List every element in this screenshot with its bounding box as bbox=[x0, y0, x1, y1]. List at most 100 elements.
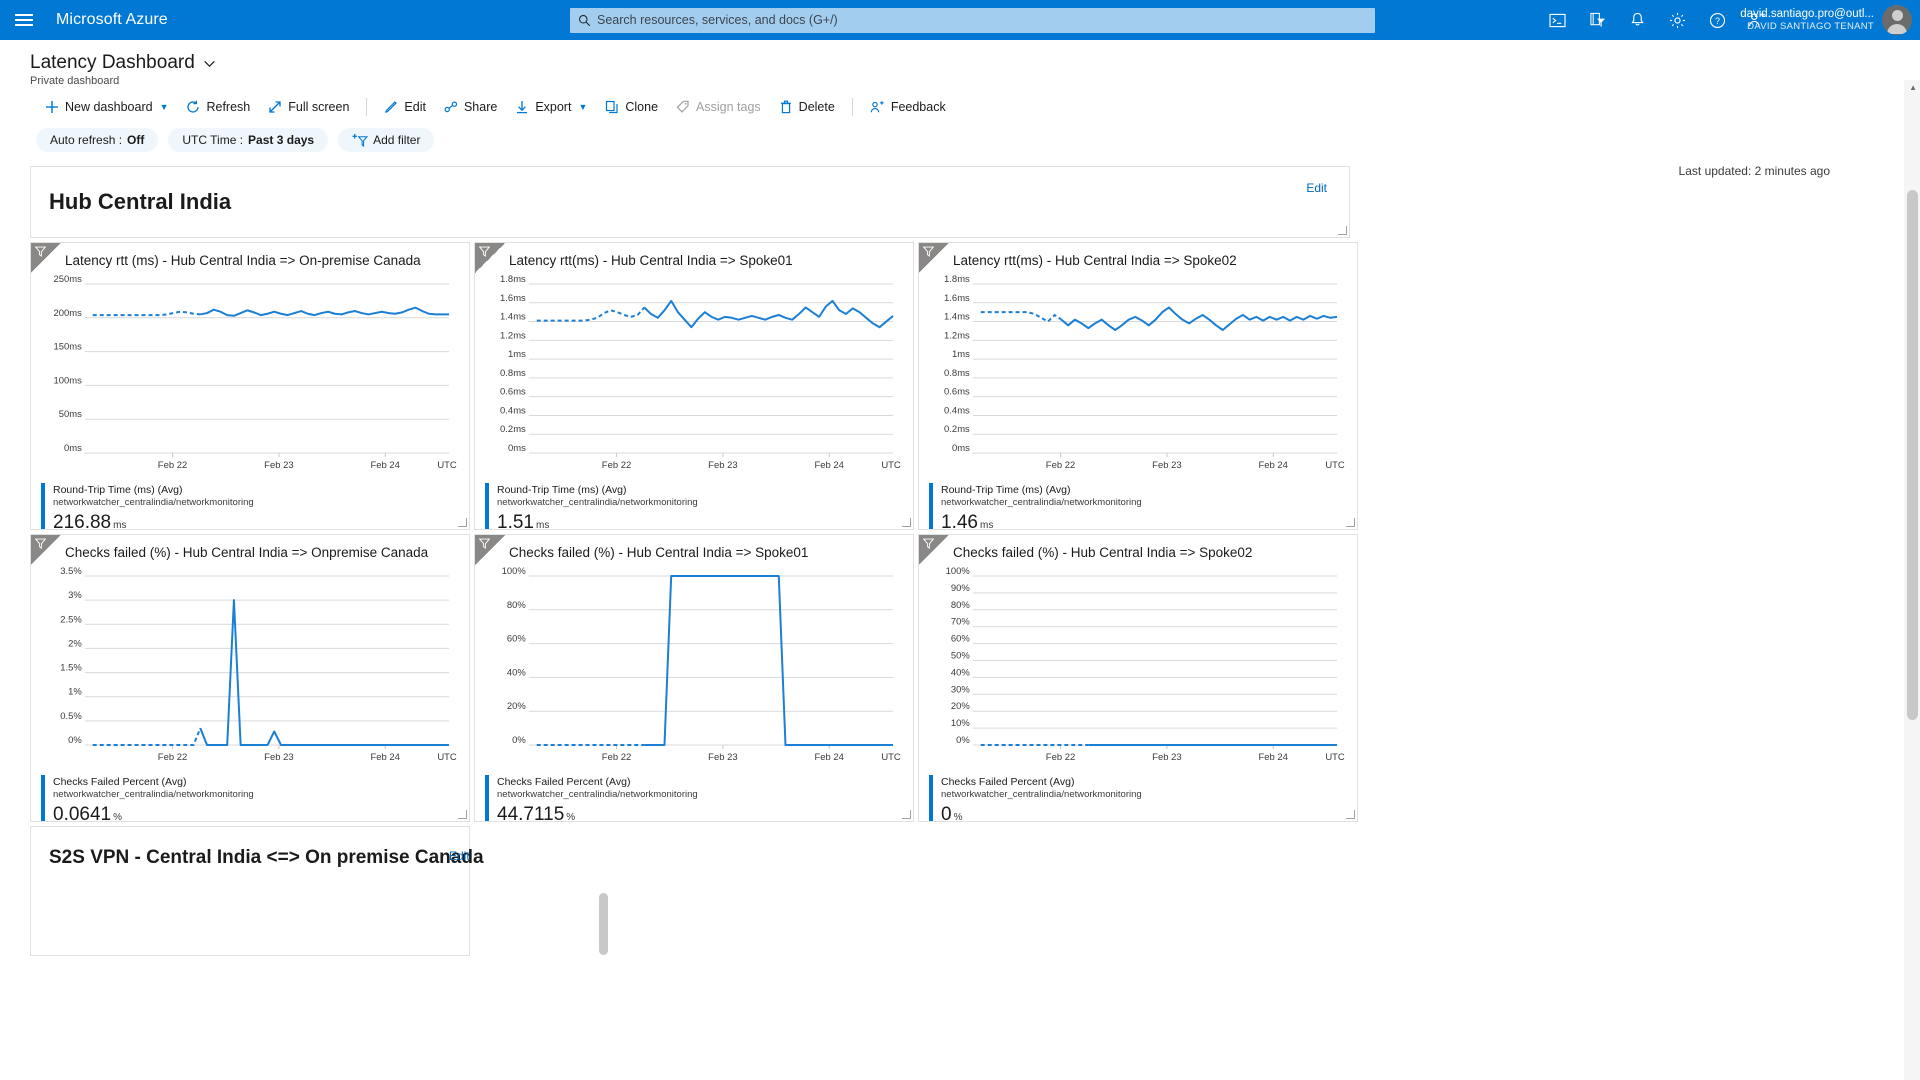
feedback-button[interactable]: Feedback bbox=[861, 95, 955, 119]
x-axis-tick-label: Feb 23 bbox=[1152, 460, 1181, 471]
y-axis-tick-label: 100% bbox=[502, 566, 527, 577]
timezone-label: UTC bbox=[1325, 460, 1345, 471]
y-axis-tick-label: 1.2ms bbox=[944, 330, 970, 341]
metric-unit: % bbox=[113, 811, 123, 822]
y-axis-tick-label: 0% bbox=[956, 735, 970, 746]
y-axis-tick-label: 40% bbox=[951, 667, 970, 678]
y-axis-tick-label: 0ms bbox=[64, 443, 82, 454]
metric-number: 0.0641 bbox=[53, 803, 112, 822]
chart-tile[interactable]: Latency rtt(ms) - Hub Central India => S… bbox=[474, 242, 914, 530]
scroll-up-arrow-icon[interactable]: ▲ bbox=[1909, 83, 1917, 92]
edit-label: Edit bbox=[404, 100, 426, 114]
auto-refresh-label: Auto refresh : bbox=[50, 133, 123, 147]
chart-tile[interactable]: Checks failed (%) - Hub Central India =>… bbox=[30, 534, 470, 822]
y-axis-tick-label: 50% bbox=[951, 650, 970, 661]
legend-metric-value: 0% bbox=[941, 803, 1142, 821]
cloud-shell-icon[interactable] bbox=[1544, 7, 1570, 33]
tile-filter-indicator bbox=[919, 243, 949, 273]
azure-brand-logo[interactable]: Microsoft Azure bbox=[48, 11, 168, 29]
legend-metric-value: 0.0641% bbox=[53, 803, 254, 822]
export-button[interactable]: Export ▼ bbox=[506, 95, 596, 119]
chart-series-line-dashed bbox=[536, 306, 646, 322]
page-subtitle: Private dashboard bbox=[30, 75, 120, 87]
utc-time-label: UTC Time : bbox=[182, 133, 244, 147]
y-axis-tick-label: 0.5% bbox=[60, 711, 82, 722]
add-filter-chip[interactable]: Add filter bbox=[338, 128, 435, 152]
refresh-button[interactable]: Refresh bbox=[177, 95, 259, 119]
trash-icon bbox=[780, 100, 791, 114]
resize-handle[interactable] bbox=[902, 518, 911, 527]
section-edit-link[interactable]: Edit bbox=[449, 849, 470, 863]
azure-top-bar: Microsoft Azure ? david.santiago.pro@out… bbox=[0, 0, 1920, 40]
edit-button[interactable]: Edit bbox=[375, 95, 435, 119]
command-separator bbox=[366, 98, 368, 116]
delete-button[interactable]: Delete bbox=[770, 95, 844, 119]
legend-resource-name: networkwatcher_centralindia/networkmonit… bbox=[53, 497, 254, 509]
chart-legend: Round-Trip Time (ms) (Avg) networkwatcher… bbox=[919, 479, 1357, 529]
y-axis-tick-label: 1.6ms bbox=[500, 293, 526, 304]
resize-handle[interactable] bbox=[902, 810, 911, 819]
page-scrollbar-thumb[interactable] bbox=[1907, 190, 1918, 720]
resize-handle[interactable] bbox=[458, 518, 467, 527]
chart-tile-title: Checks failed (%) - Hub Central India =>… bbox=[509, 545, 809, 560]
filter-funnel-icon bbox=[479, 246, 490, 257]
global-search-box[interactable] bbox=[570, 7, 1375, 33]
auto-refresh-value: Off bbox=[127, 133, 145, 147]
account-email: david.santiago.pro@outl... bbox=[1740, 7, 1874, 20]
feedback-person-icon bbox=[870, 101, 884, 113]
y-axis-tick-label: 1.4ms bbox=[944, 312, 970, 323]
resize-handle[interactable] bbox=[458, 810, 467, 819]
share-icon bbox=[444, 101, 458, 113]
resize-handle[interactable] bbox=[1346, 518, 1355, 527]
y-axis-tick-label: 0% bbox=[512, 735, 526, 746]
timezone-label: UTC bbox=[881, 752, 901, 763]
chart-tile-title: Latency rtt (ms) - Hub Central India => … bbox=[65, 253, 421, 268]
timezone-label: UTC bbox=[437, 460, 457, 471]
avatar[interactable] bbox=[1882, 5, 1912, 35]
share-button[interactable]: Share bbox=[435, 95, 506, 119]
chart-tile-grid: Latency rtt (ms) - Hub Central India => … bbox=[30, 242, 1920, 822]
search-input[interactable] bbox=[591, 12, 1367, 28]
chevron-down-icon[interactable] bbox=[203, 57, 216, 70]
notifications-bell-icon[interactable] bbox=[1624, 7, 1650, 33]
resize-handle[interactable] bbox=[1346, 810, 1355, 819]
y-axis-tick-label: 0.4ms bbox=[944, 405, 970, 416]
section-edit-link[interactable]: Edit bbox=[1306, 181, 1327, 195]
refresh-icon bbox=[187, 100, 200, 113]
y-axis-tick-label: 100% bbox=[946, 566, 971, 577]
tile-filter-indicator bbox=[919, 535, 949, 565]
x-axis-tick-label: Feb 24 bbox=[815, 460, 844, 471]
x-axis-tick-label: Feb 24 bbox=[815, 752, 844, 763]
chart-tile-title: Latency rtt(ms) - Hub Central India => S… bbox=[509, 253, 793, 268]
chart-tile[interactable]: Checks failed (%) - Hub Central India =>… bbox=[918, 534, 1358, 822]
utc-time-chip[interactable]: UTC Time : Past 3 days bbox=[168, 128, 329, 152]
help-question-icon[interactable]: ? bbox=[1704, 7, 1730, 33]
chart-tile[interactable]: Latency rtt (ms) - Hub Central India => … bbox=[30, 242, 470, 530]
auto-refresh-chip[interactable]: Auto refresh : Off bbox=[36, 128, 159, 152]
clone-button[interactable]: Clone bbox=[596, 95, 667, 119]
legend-color-swatch bbox=[41, 775, 45, 821]
chart-tile[interactable]: Checks failed (%) - Hub Central India =>… bbox=[474, 534, 914, 822]
top-bar-icon-group: ? bbox=[1544, 7, 1770, 33]
legend-metric-value: 1.46 ms bbox=[941, 511, 1142, 529]
x-axis-tick-label: Feb 24 bbox=[371, 752, 400, 763]
chart-tile-title: Checks failed (%) - Hub Central India =>… bbox=[65, 545, 429, 560]
y-axis-tick-label: 0.2ms bbox=[500, 424, 526, 435]
tile-filter-indicator bbox=[475, 535, 505, 565]
resize-handle[interactable] bbox=[1338, 226, 1347, 235]
inner-scrollbar-thumb[interactable] bbox=[599, 893, 608, 955]
pencil-icon bbox=[385, 101, 398, 113]
page-scrollbar[interactable]: ▲ ▼ bbox=[1904, 80, 1920, 1080]
new-dashboard-button[interactable]: New dashboard ▼ bbox=[36, 95, 177, 119]
chart-tile[interactable]: Latency rtt(ms) - Hub Central India => S… bbox=[918, 242, 1358, 530]
full-screen-button[interactable]: Full screen bbox=[259, 95, 358, 119]
directory-filter-icon[interactable] bbox=[1584, 7, 1610, 33]
x-axis-tick-label: Feb 22 bbox=[602, 752, 631, 763]
menu-hamburger-icon[interactable] bbox=[0, 0, 48, 40]
metric-number: 216.88 bbox=[53, 511, 112, 530]
filter-funnel-icon bbox=[923, 538, 934, 549]
y-axis-tick-label: 100ms bbox=[53, 375, 82, 386]
x-axis-tick-label: Feb 23 bbox=[708, 752, 737, 763]
settings-gear-icon[interactable] bbox=[1664, 7, 1690, 33]
account-info[interactable]: david.santiago.pro@outl... DAVID SANTIAG… bbox=[1740, 7, 1874, 33]
